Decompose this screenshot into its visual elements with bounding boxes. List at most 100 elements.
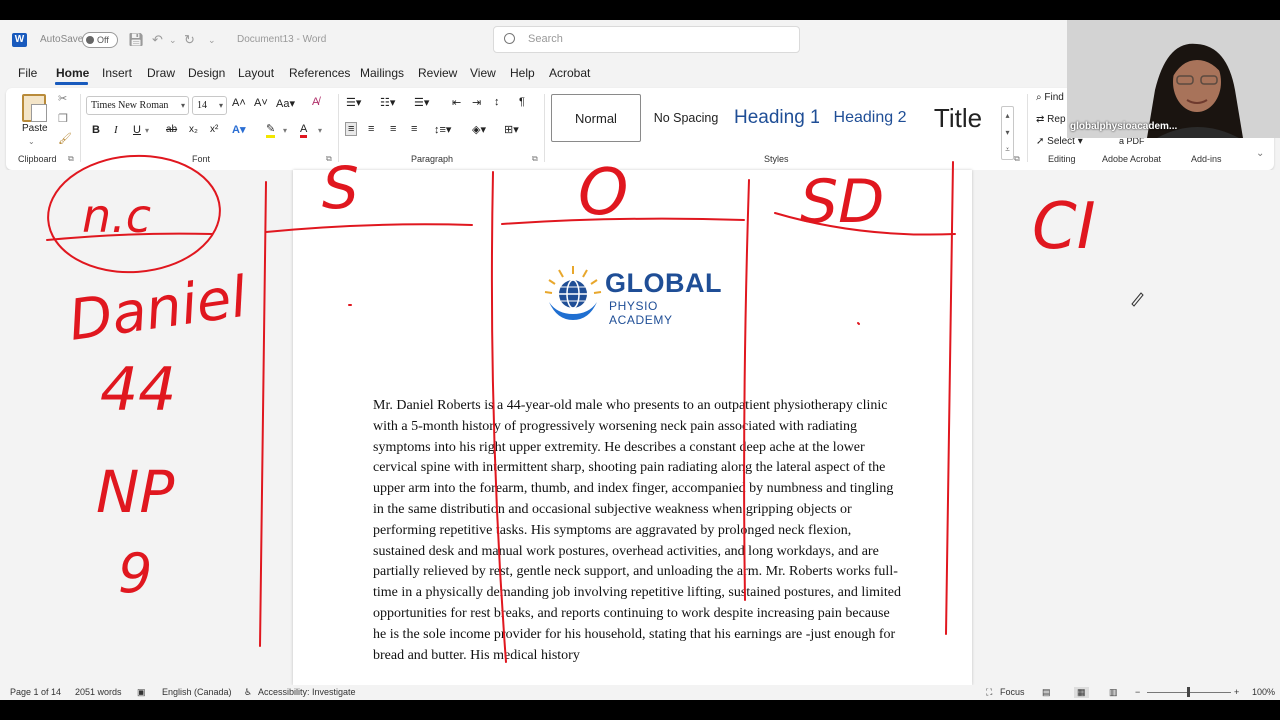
print-layout-icon[interactable]: ▦ bbox=[1074, 687, 1089, 698]
justify-icon[interactable]: ≡ bbox=[411, 123, 417, 135]
accessibility-icon[interactable]: ♿︎ bbox=[244, 687, 252, 698]
document-page[interactable]: GLOBAL PHYSIO ACADEMY Mr. Daniel Roberts… bbox=[293, 170, 972, 685]
style-heading-2[interactable]: Heading 2 bbox=[823, 94, 917, 142]
word-count[interactable]: 2051 words bbox=[75, 687, 122, 697]
chevron-up-icon[interactable]: ▴ bbox=[1002, 107, 1013, 124]
document-area[interactable]: GLOBAL PHYSIO ACADEMY Mr. Daniel Roberts… bbox=[0, 170, 1280, 685]
styles-scroll[interactable]: ▴ ▾ ⩡ bbox=[1001, 106, 1014, 160]
status-bar: Page 1 of 14 2051 words ▣ English (Canad… bbox=[0, 685, 1280, 700]
tab-layout[interactable]: Layout bbox=[238, 66, 274, 80]
align-right-icon[interactable]: ≡ bbox=[390, 123, 396, 135]
zoom-out-icon[interactable]: − bbox=[1135, 687, 1140, 697]
bullets-icon[interactable]: ☰▾ bbox=[346, 96, 361, 109]
font-launcher-icon[interactable]: ⧉ bbox=[326, 154, 332, 164]
borders-icon[interactable]: ⊞▾ bbox=[504, 123, 519, 136]
toggle-knob bbox=[86, 36, 94, 44]
format-painter-icon[interactable]: 🖌︎ bbox=[58, 132, 72, 145]
editing-group-label: Editing bbox=[1048, 154, 1076, 164]
font-color-icon[interactable]: A bbox=[300, 123, 308, 138]
styles-launcher-icon[interactable]: ⧉ bbox=[1014, 154, 1020, 164]
case-paragraph[interactable]: Mr. Daniel Roberts is a 44-year-old male… bbox=[373, 396, 903, 666]
tab-acrobat[interactable]: Acrobat bbox=[549, 66, 590, 80]
sort-icon[interactable]: ↕ bbox=[494, 96, 500, 108]
zoom-in-icon[interactable]: + bbox=[1234, 687, 1239, 697]
paste-dropdown-icon[interactable]: ⌄ bbox=[28, 137, 35, 146]
read-mode-icon[interactable]: ▤ bbox=[1042, 687, 1051, 698]
tab-insert[interactable]: Insert bbox=[102, 66, 132, 80]
subscript-button[interactable]: x₂ bbox=[189, 124, 198, 135]
superscript-button[interactable]: x² bbox=[210, 124, 218, 135]
styles-more-icon[interactable]: ⩡ bbox=[1002, 141, 1013, 158]
font-color-dropdown-icon[interactable]: ▾ bbox=[318, 126, 322, 135]
tab-review[interactable]: Review bbox=[418, 66, 457, 80]
zoom-level[interactable]: 100% bbox=[1252, 687, 1275, 697]
undo-icon[interactable]: ↶ bbox=[152, 32, 163, 48]
separator bbox=[338, 94, 339, 162]
decrease-indent-icon[interactable]: ⇤ bbox=[452, 96, 461, 109]
highlight-dropdown-icon[interactable]: ▾ bbox=[283, 126, 287, 135]
paste-button-label[interactable]: Paste bbox=[22, 123, 48, 134]
tab-file[interactable]: File bbox=[18, 66, 37, 80]
clipboard-launcher-icon[interactable]: ⧉ bbox=[68, 154, 74, 164]
font-family-select[interactable]: Times New Roman ▾ bbox=[86, 96, 189, 115]
focus-icon[interactable]: ⛶ bbox=[986, 687, 992, 698]
replace-button[interactable]: ⇄ Rep bbox=[1036, 114, 1066, 125]
save-icon[interactable]: 💾︎ bbox=[128, 32, 145, 48]
tab-draw[interactable]: Draw bbox=[147, 66, 175, 80]
paragraph-group-label: Paragraph bbox=[411, 154, 454, 164]
multilevel-list-icon[interactable]: ☰▾ bbox=[414, 96, 429, 109]
tab-view[interactable]: View bbox=[470, 66, 496, 80]
grow-font-icon[interactable]: A˄ bbox=[232, 97, 246, 109]
proofing-icon[interactable]: ▣ bbox=[137, 687, 146, 698]
paste-icon[interactable] bbox=[22, 94, 47, 122]
tab-design[interactable]: Design bbox=[188, 66, 225, 80]
paragraph-launcher-icon[interactable]: ⧉ bbox=[532, 154, 538, 164]
page-count[interactable]: Page 1 of 14 bbox=[10, 687, 61, 697]
shading-icon[interactable]: ◈▾ bbox=[472, 123, 486, 136]
font-size-select[interactable]: 14 ▾ bbox=[192, 96, 227, 115]
undo-dropdown-icon[interactable]: ⌄ bbox=[169, 35, 177, 46]
text-effects-icon[interactable]: A▾ bbox=[232, 123, 245, 136]
chevron-down-icon[interactable]: ▾ bbox=[1002, 124, 1013, 141]
increase-indent-icon[interactable]: ⇥ bbox=[472, 96, 481, 109]
tab-help[interactable]: Help bbox=[510, 66, 535, 80]
change-case-icon[interactable]: Aa▾ bbox=[276, 97, 295, 110]
align-left-icon[interactable]: ≡ bbox=[345, 122, 358, 136]
global-physio-academy-logo: GLOBAL PHYSIO ACADEMY bbox=[541, 262, 722, 327]
search-box[interactable]: Search bbox=[493, 26, 800, 53]
find-button[interactable]: ⌕ Find bbox=[1036, 92, 1064, 103]
show-formatting-icon[interactable]: ¶ bbox=[519, 96, 525, 108]
styles-gallery: Normal No Spacing Heading 1 Heading 2 Ti… bbox=[549, 94, 1017, 144]
tab-home[interactable]: Home bbox=[56, 66, 89, 80]
zoom-slider-thumb[interactable] bbox=[1187, 687, 1190, 697]
shrink-font-icon[interactable]: A˅ bbox=[254, 97, 268, 109]
redo-icon[interactable]: ↻ bbox=[184, 32, 195, 48]
tab-references[interactable]: References bbox=[289, 66, 350, 80]
line-spacing-icon[interactable]: ↕≡▾ bbox=[434, 123, 451, 136]
style-normal[interactable]: Normal bbox=[551, 94, 641, 142]
italic-button[interactable]: I bbox=[114, 124, 118, 136]
language[interactable]: English (Canada) bbox=[162, 687, 232, 697]
font-size-value: 14 bbox=[197, 100, 207, 111]
clear-formatting-icon[interactable]: A̸ bbox=[312, 96, 319, 108]
style-title[interactable]: Title bbox=[921, 94, 995, 142]
strikethrough-button[interactable]: ab bbox=[166, 124, 177, 135]
customize-toolbar-icon[interactable]: ⌄ bbox=[208, 35, 216, 46]
highlight-color-icon[interactable]: ✎ bbox=[266, 123, 276, 138]
underline-dropdown-icon[interactable]: ▾ bbox=[145, 126, 149, 135]
copy-icon[interactable]: ❐ bbox=[58, 112, 68, 125]
accessibility-status[interactable]: Accessibility: Investigate bbox=[258, 687, 356, 697]
underline-button[interactable]: U bbox=[133, 124, 141, 136]
style-no-spacing[interactable]: No Spacing bbox=[645, 94, 727, 142]
cut-icon[interactable]: ✂ bbox=[58, 92, 67, 105]
collapse-ribbon-icon[interactable]: ⌄ bbox=[1256, 148, 1264, 159]
web-layout-icon[interactable]: ▥ bbox=[1109, 687, 1118, 698]
style-heading-1[interactable]: Heading 1 bbox=[729, 94, 819, 142]
tab-mailings[interactable]: Mailings bbox=[360, 66, 404, 80]
focus-button[interactable]: Focus bbox=[1000, 687, 1025, 697]
bold-button[interactable]: B bbox=[92, 124, 100, 136]
word-logo-icon[interactable]: W bbox=[12, 33, 27, 47]
align-center-icon[interactable]: ≡ bbox=[368, 123, 374, 135]
numbering-icon[interactable]: ☷▾ bbox=[380, 96, 395, 109]
autosave-toggle[interactable]: Off bbox=[82, 32, 118, 48]
